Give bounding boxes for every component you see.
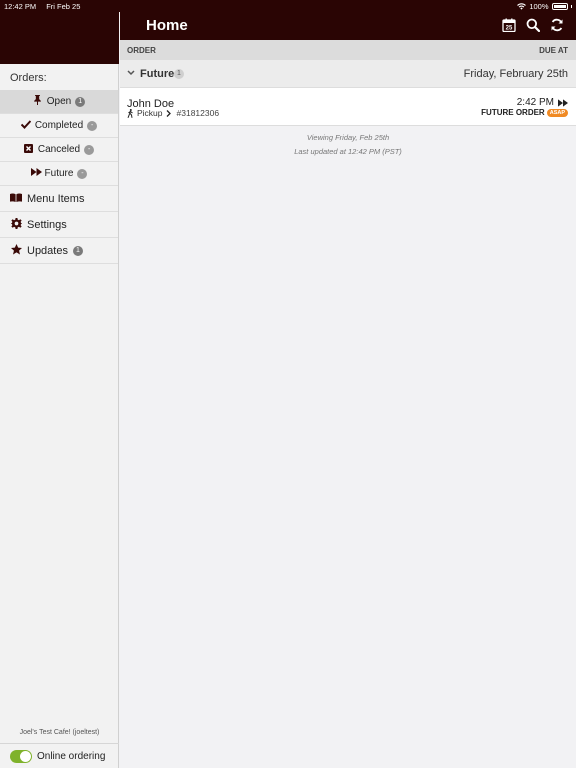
group-count-badge: 1 bbox=[174, 69, 184, 79]
column-order: ORDER bbox=[127, 46, 156, 55]
battery-icon bbox=[551, 3, 568, 10]
count-badge: - bbox=[84, 144, 95, 155]
wifi-icon bbox=[517, 3, 527, 10]
sidebar-item-canceled[interactable]: Canceled - bbox=[0, 138, 118, 162]
fast-forward-icon bbox=[30, 168, 42, 179]
sidebar: Orders: Open 1 Completed - Canceled - Fu… bbox=[0, 64, 119, 768]
checkmark-icon bbox=[20, 119, 32, 132]
battery-percent: 100% bbox=[529, 2, 549, 11]
page-title: Home bbox=[146, 17, 188, 34]
column-due-at: DUE AT bbox=[539, 46, 568, 55]
sidebar-item-label: Open bbox=[46, 96, 72, 107]
online-ordering-toggle[interactable] bbox=[10, 749, 32, 763]
main-header: Home 25 bbox=[120, 12, 576, 40]
count-badge: - bbox=[77, 168, 88, 179]
sidebar-header bbox=[0, 12, 119, 64]
due-time: 2:42 PM bbox=[516, 97, 554, 108]
sidebar-item-label: Menu Items bbox=[27, 192, 85, 205]
fast-forward-icon bbox=[558, 98, 568, 107]
asap-badge: ASAP bbox=[546, 108, 568, 117]
cafe-name: Joel's Test Cafe! (joeltest) bbox=[19, 729, 100, 736]
chevron-down-icon bbox=[127, 70, 135, 76]
last-updated-text: Last updated at 12:42 PM (PST) bbox=[294, 147, 402, 156]
count-badge: - bbox=[87, 120, 98, 131]
status-date: Fri Feb 25 bbox=[46, 2, 81, 11]
orders-heading: Orders: bbox=[10, 72, 47, 84]
calendar-day: 25 bbox=[506, 26, 513, 32]
group-date: Friday, February 25th bbox=[463, 68, 568, 80]
cancel-box-icon bbox=[24, 143, 34, 156]
refresh-icon[interactable] bbox=[550, 18, 564, 32]
sidebar-item-future[interactable]: Future - bbox=[0, 162, 118, 186]
sidebar-item-label: Settings bbox=[27, 218, 67, 231]
order-type: FUTURE ORDER bbox=[481, 108, 545, 117]
pin-icon bbox=[33, 95, 43, 108]
order-number: #31812306 bbox=[176, 108, 220, 118]
search-icon[interactable] bbox=[526, 18, 540, 32]
star-icon bbox=[10, 243, 22, 258]
chevron-right-icon bbox=[166, 109, 171, 117]
status-time: 12:42 PM bbox=[4, 2, 37, 11]
sidebar-item-settings[interactable]: Settings bbox=[0, 212, 118, 238]
sidebar-item-menu-items[interactable]: Menu Items bbox=[0, 186, 118, 212]
sidebar-item-label: Completed bbox=[34, 120, 84, 131]
count-badge: 1 bbox=[75, 96, 86, 107]
table-header: ORDER DUE AT bbox=[120, 40, 576, 60]
online-ordering-row: Online ordering bbox=[0, 743, 119, 768]
count-badge: 1 bbox=[72, 245, 83, 256]
gear-icon bbox=[10, 217, 22, 232]
sidebar-item-label: Future bbox=[44, 168, 74, 179]
walking-person-icon bbox=[127, 108, 133, 118]
sidebar-item-updates[interactable]: Updates 1 bbox=[0, 238, 118, 264]
viewing-date-text: Viewing Friday, Feb 25th bbox=[306, 133, 390, 142]
order-row[interactable]: John Doe Pickup #31812306 2:42 PM FUTURE… bbox=[120, 88, 576, 126]
sidebar-item-label: Canceled bbox=[37, 144, 81, 155]
pickup-label: Pickup bbox=[137, 108, 163, 118]
sidebar-item-label: Updates bbox=[27, 244, 68, 257]
order-group-future[interactable]: Future 1 Friday, February 25th bbox=[120, 60, 576, 88]
online-ordering-label: Online ordering bbox=[37, 750, 106, 762]
book-icon bbox=[10, 193, 22, 205]
calendar-icon[interactable]: 25 bbox=[502, 18, 516, 32]
group-name: Future bbox=[140, 68, 175, 80]
sidebar-item-open[interactable]: Open 1 bbox=[0, 90, 118, 114]
status-bar: 12:42 PM Fri Feb 25 100% bbox=[0, 0, 576, 12]
sidebar-item-completed[interactable]: Completed - bbox=[0, 114, 118, 138]
